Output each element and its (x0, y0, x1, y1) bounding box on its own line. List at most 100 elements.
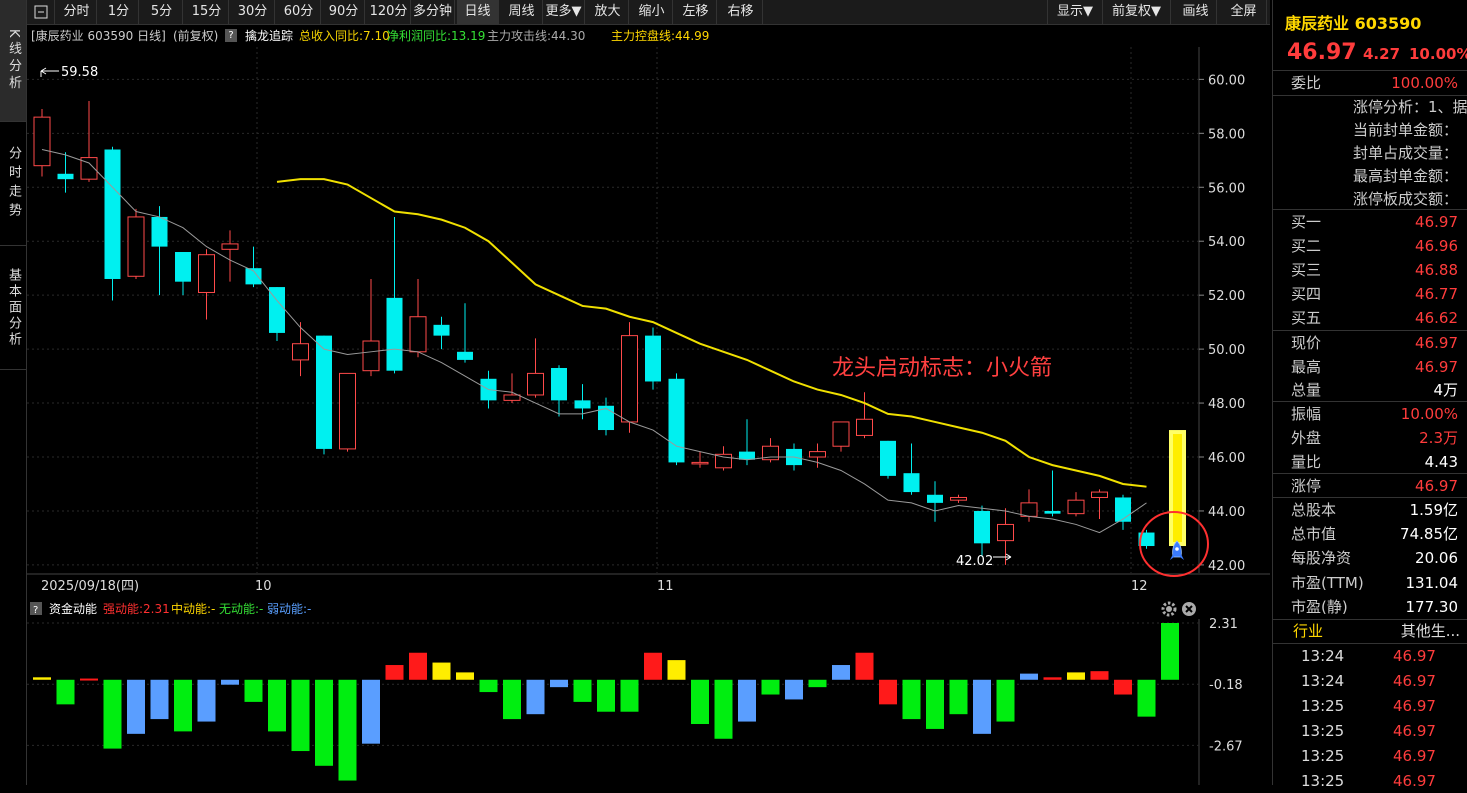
fundamental-row: 总股本 1.59亿 (1273, 498, 1467, 522)
tab-1min[interactable]: 1分 (99, 0, 139, 24)
quote-row-value: 46.97 (1415, 357, 1458, 376)
tab-kline-analysis[interactable]: K线分析 (0, 0, 26, 122)
momentum-bar (550, 679, 568, 688)
momentum-bar (879, 679, 897, 705)
price-change: 4.27 (1363, 45, 1401, 63)
display-dropdown[interactable]: 显示▼ (1047, 0, 1103, 24)
tab-fundamentals[interactable]: 基本面分析 (0, 246, 26, 370)
momentum-bar (1020, 673, 1038, 680)
candle (527, 338, 544, 398)
momentum-bar (1067, 672, 1085, 680)
candle (269, 287, 285, 342)
quote-row-label: 现价 (1291, 334, 1322, 352)
tick-price: 46.97 (1393, 647, 1436, 665)
momentum-bar (1137, 679, 1156, 717)
momentum-bar (503, 679, 521, 720)
candle (33, 109, 51, 177)
tab-15min[interactable]: 15分 (185, 0, 229, 24)
bid-row-label: 买四 (1291, 285, 1322, 303)
candle (57, 152, 74, 193)
tick-time: 13:25 (1301, 697, 1345, 715)
limit-line-4: 最高封单金额： (1353, 167, 1459, 185)
weibi-row: 委比 100.00% (1273, 71, 1467, 95)
quote-row: 量比 4.43 (1273, 450, 1467, 474)
price-tick-label: 52.00 (1208, 289, 1245, 304)
fullscreen-button[interactable]: 全屏 (1221, 0, 1267, 24)
momentum-bar (949, 679, 968, 715)
quote-row: 振幅 10.00% (1273, 402, 1467, 426)
sub-title: 资金动能 (49, 601, 97, 616)
quote-row: 最高 46.97 (1273, 355, 1467, 379)
ma-yellow-line (276, 178, 1147, 488)
candle (1067, 492, 1085, 517)
quote-row-value: 4.43 (1424, 453, 1458, 471)
pan-left-button[interactable]: 左移 (675, 0, 717, 24)
draw-line-button[interactable]: 画线 (1175, 0, 1217, 24)
more-dropdown[interactable]: 更多▼ (543, 0, 585, 24)
quote-row-label: 最高 (1291, 357, 1322, 376)
menu-button[interactable] (27, 0, 55, 24)
tick-time: 13:25 (1301, 772, 1345, 790)
quote-row-label: 总量 (1291, 381, 1322, 399)
tab-timeshare-period[interactable]: 分时 (57, 0, 97, 24)
bid-row-value: 46.96 (1415, 237, 1458, 255)
bid-row-label: 买三 (1291, 261, 1322, 279)
candlestick-chart[interactable]: 60.00 58.00 56.00 54.00 52.00 50.00 48.00 46.00… (27, 47, 1270, 595)
tab-90min[interactable]: 90分 (323, 0, 365, 24)
momentum-bar (902, 679, 921, 720)
candle (221, 230, 239, 282)
candle (950, 494, 967, 503)
fundamental-row-value: 74.85亿 (1400, 525, 1458, 544)
bid-row-value: 46.77 (1415, 285, 1458, 303)
tab-kline-label: K线分析 (6, 28, 21, 93)
tab-daily[interactable]: 日线 (457, 0, 499, 24)
capital-momentum-chart[interactable]: ? 资金动能 强动能:2.31 中动能:- 无动能:- 弱动能:- 2.31 -0… (27, 597, 1270, 785)
tab-timeshare[interactable]: 分时走势 (0, 122, 26, 246)
quote-row-label: 振幅 (1291, 405, 1322, 423)
tab-60min[interactable]: 60分 (277, 0, 321, 24)
low-price-label: 42.02 (956, 554, 993, 569)
adjust-dropdown[interactable]: 前复权▼ (1103, 0, 1171, 24)
momentum-bar (221, 679, 239, 685)
candle (739, 419, 755, 466)
candle (175, 252, 191, 296)
candle (832, 421, 850, 452)
momentum-bar (667, 660, 686, 680)
candle (316, 335, 332, 455)
pan-right-button[interactable]: 右移 (719, 0, 763, 24)
zoom-in-button[interactable]: 放大 (587, 0, 629, 24)
candle (551, 365, 567, 417)
momentum-bar (526, 679, 545, 715)
limit-line-5: 涨停板成交额： (1353, 190, 1459, 208)
momentum-bar (644, 652, 662, 680)
momentum-bar (291, 679, 310, 752)
tab-weekly[interactable]: 周线 (501, 0, 543, 24)
zoom-out-button[interactable]: 缩小 (631, 0, 673, 24)
help-icon[interactable]: ? (225, 29, 237, 42)
momentum-bar (597, 679, 615, 712)
price-tick-label: 48.00 (1208, 397, 1245, 412)
momentum-bar (1114, 679, 1132, 695)
tab-30min[interactable]: 30分 (231, 0, 275, 24)
close-icon[interactable] (1182, 602, 1196, 616)
industry-value: 其他生... (1400, 622, 1460, 640)
limit-up-candle-core (1173, 434, 1182, 543)
tab-multi-min[interactable]: 多分钟 (411, 0, 455, 24)
price-tick-label: 54.00 (1208, 235, 1245, 250)
quote-row: 涨停 46.97 (1273, 474, 1467, 498)
tab-5min[interactable]: 5分 (141, 0, 183, 24)
industry-label: 行业 (1293, 622, 1324, 640)
price-tick-label: 56.00 (1208, 181, 1245, 196)
candle (762, 438, 779, 463)
momentum-bar (338, 679, 357, 781)
momentum-bar (1043, 677, 1062, 680)
candle (457, 303, 473, 363)
momentum-tick-label: -2.67 (1209, 739, 1243, 754)
price-tick-label: 58.00 (1208, 127, 1245, 142)
momentum-bar (315, 679, 333, 766)
price-tick-label: 44.00 (1208, 505, 1245, 520)
quote-row: 现价 46.97 (1273, 331, 1467, 355)
industry-row[interactable]: 行业 其他生... (1273, 619, 1467, 643)
momentum-tick-label: 2.31 (1209, 617, 1238, 632)
tab-120min[interactable]: 120分 (367, 0, 411, 24)
